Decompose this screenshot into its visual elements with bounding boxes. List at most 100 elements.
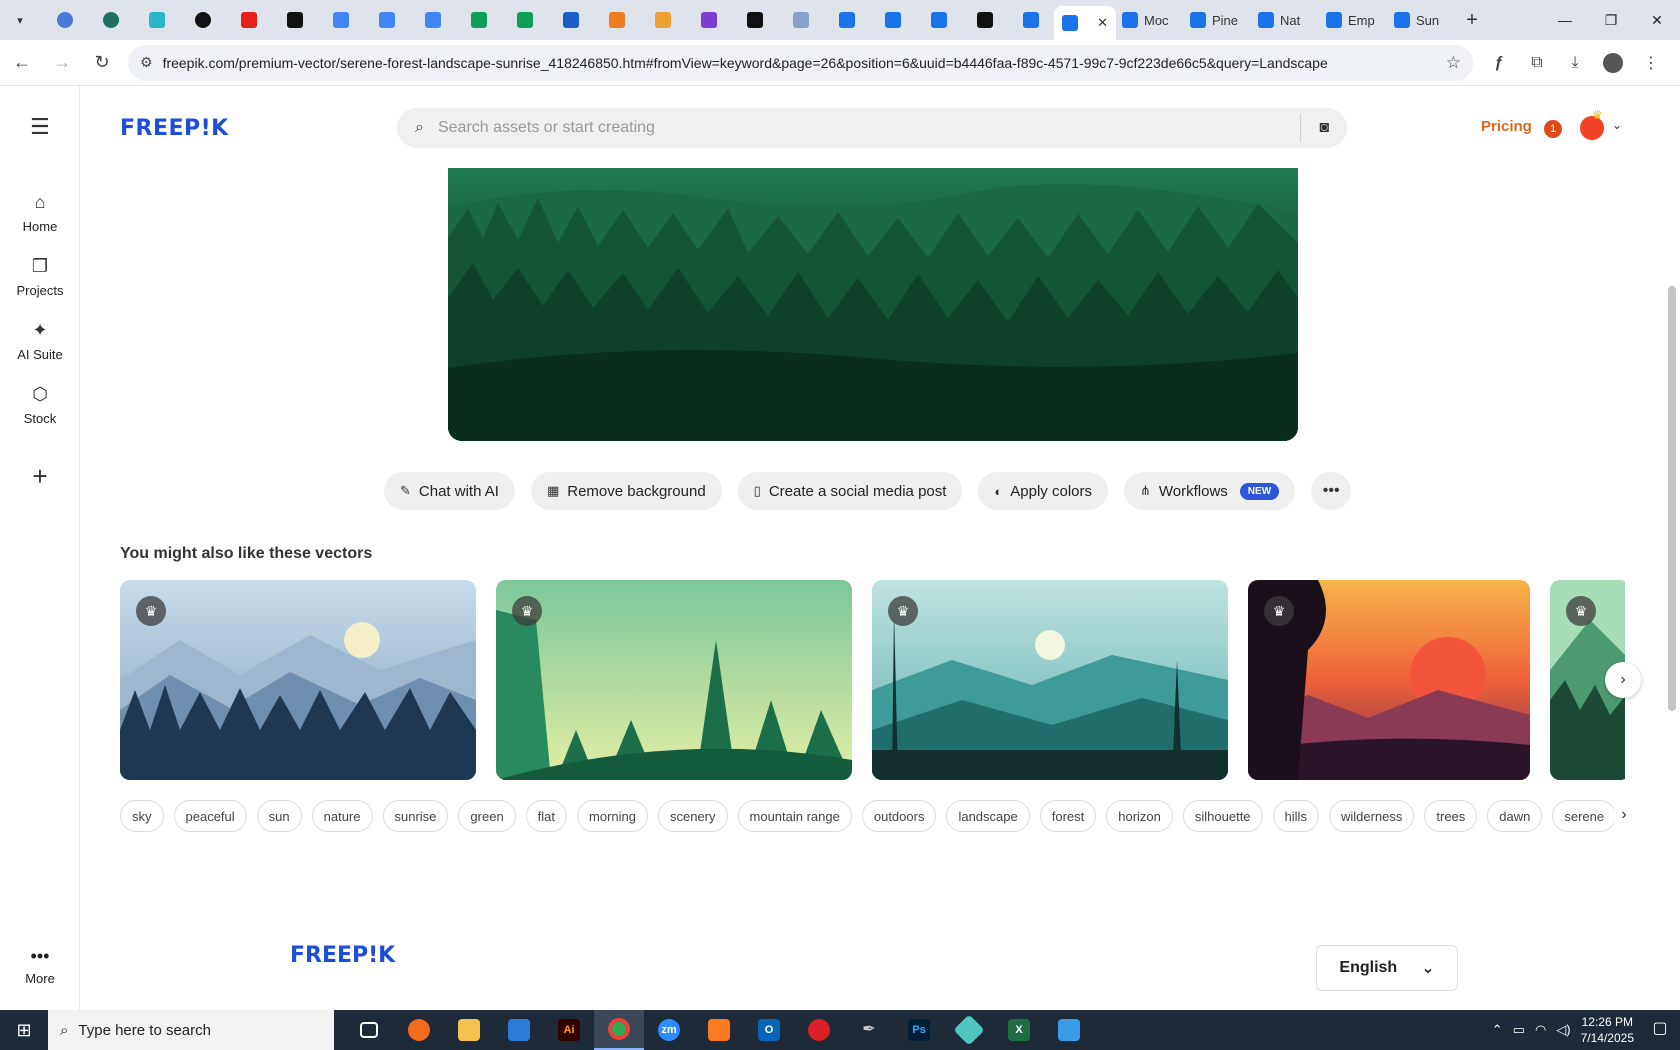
file-explorer-icon[interactable]	[444, 1010, 494, 1050]
browser-menu-icon[interactable]: ⋮	[1635, 47, 1667, 79]
freepik-logo[interactable]: FREEP!K	[120, 116, 229, 141]
search-input[interactable]	[437, 119, 1283, 137]
pen-tool-icon[interactable]: ✒	[844, 1010, 894, 1050]
tab-pinned-9[interactable]	[410, 4, 456, 36]
windows-start-icon[interactable]: ⊞	[0, 1010, 48, 1050]
pricing-link[interactable]: Pricing	[1481, 118, 1532, 135]
zoom-icon[interactable]: zm	[644, 1010, 694, 1050]
tab-search-dropdown[interactable]: ▾	[8, 8, 32, 32]
taskbar-clock[interactable]: 12:26 PM 7/14/2025	[1581, 1014, 1634, 1046]
tab-pinned-7[interactable]	[318, 4, 364, 36]
tags-next-button[interactable]: ›	[1614, 806, 1634, 824]
tab-pinned-6[interactable]	[272, 4, 318, 36]
tag-chip[interactable]: scenery	[657, 800, 728, 832]
volume-icon[interactable]: ◁)	[1556, 1022, 1570, 1038]
tag-chip[interactable]: landscape	[946, 800, 1030, 832]
tag-chip[interactable]: mountain range	[737, 800, 852, 832]
tab-pinned-21[interactable]	[962, 4, 1008, 36]
sidebar-item-stock[interactable]: ⬡ Stock	[0, 384, 80, 426]
creative-cloud-icon[interactable]	[794, 1010, 844, 1050]
minimize-icon[interactable]: —	[1542, 0, 1588, 40]
tab-pinned-15[interactable]	[686, 4, 732, 36]
extension-f-icon[interactable]: ƒ	[1483, 47, 1515, 79]
tab-pine[interactable]: Pine	[1184, 4, 1252, 36]
tab-pinned-14[interactable]	[640, 4, 686, 36]
url-text[interactable]: freepik.com/premium-vector/serene-forest…	[163, 55, 1446, 71]
tag-chip[interactable]: green	[458, 800, 516, 832]
notification-badge[interactable]: 1	[1544, 120, 1562, 138]
chrome-icon[interactable]	[594, 1010, 644, 1050]
sidebar-item-projects[interactable]: ❐ Projects	[0, 256, 80, 298]
tab-pinned-20[interactable]	[916, 4, 962, 36]
illustrator-icon[interactable]: Ai	[544, 1010, 594, 1050]
close-window-icon[interactable]: ✕	[1634, 0, 1680, 40]
forward-icon[interactable]: →	[44, 45, 80, 81]
tag-chip[interactable]: sky	[120, 800, 164, 832]
tab-pinned-3[interactable]	[134, 4, 180, 36]
more-actions-button[interactable]: •••	[1311, 472, 1352, 510]
tab-moc[interactable]: Moc	[1116, 4, 1184, 36]
new-tab-button[interactable]: +	[1456, 4, 1488, 36]
tab-emp[interactable]: Emp	[1320, 4, 1388, 36]
omnibox[interactable]: ⚙ freepik.com/premium-vector/serene-fore…	[128, 44, 1473, 81]
paint-icon[interactable]	[1044, 1010, 1094, 1050]
tab-nat[interactable]: Nat	[1252, 4, 1320, 36]
tab-pinned-1[interactable]	[42, 4, 88, 36]
footer-logo[interactable]: FREEP!K	[290, 943, 395, 968]
tag-chip[interactable]: nature	[311, 800, 373, 832]
tab-pinned-18[interactable]	[824, 4, 870, 36]
tab-sun[interactable]: Sun	[1388, 4, 1456, 36]
tab-pinned-12[interactable]	[548, 4, 594, 36]
related-card[interactable]: ♛	[872, 580, 1228, 780]
tab-pinned-8[interactable]	[364, 4, 410, 36]
camera-search-icon[interactable]: ◙	[1319, 119, 1329, 137]
back-icon[interactable]: ←	[4, 45, 40, 81]
workflows-button[interactable]: ⋔ Workflows NEW	[1123, 472, 1296, 510]
tag-chip[interactable]: sunrise	[382, 800, 449, 832]
tab-close-icon[interactable]: ✕	[1097, 15, 1108, 31]
related-card[interactable]: ♛	[496, 580, 852, 780]
tag-chip[interactable]: sun	[256, 800, 302, 832]
outlook-icon[interactable]: O	[744, 1010, 794, 1050]
excel-icon[interactable]: X	[994, 1010, 1044, 1050]
remove-background-button[interactable]: ▦ Remove background	[530, 472, 722, 510]
tag-chip[interactable]: outdoors	[861, 800, 937, 832]
bookmark-star-icon[interactable]: ☆	[1446, 53, 1461, 73]
hamburger-menu-icon[interactable]: ☰	[30, 114, 50, 140]
photoshop-icon[interactable]: Ps	[894, 1010, 944, 1050]
tag-chip[interactable]: flat	[525, 800, 568, 832]
tab-pinned-19[interactable]	[870, 4, 916, 36]
firefox-icon[interactable]	[394, 1010, 444, 1050]
sidebar-item-ai-suite[interactable]: ✦ AI Suite	[0, 320, 80, 362]
tab-pinned-22[interactable]	[1008, 4, 1054, 36]
tab-pinned-2[interactable]	[88, 4, 134, 36]
reload-icon[interactable]: ↻	[84, 45, 120, 81]
tab-pinned-11[interactable]	[502, 4, 548, 36]
tag-chip[interactable]: forest	[1039, 800, 1097, 832]
tab-pinned-16[interactable]	[732, 4, 778, 36]
profile-avatar-icon[interactable]	[1597, 47, 1629, 79]
tag-chip[interactable]: morning	[577, 800, 648, 832]
chat-with-ai-button[interactable]: ✎ Chat with AI	[384, 472, 515, 510]
extensions-puzzle-icon[interactable]: ⧉	[1521, 47, 1553, 79]
download-icon[interactable]: ⤓	[1559, 47, 1591, 79]
wifi-icon[interactable]: ◠	[1535, 1022, 1546, 1038]
tab-pinned-17[interactable]	[778, 4, 824, 36]
tab-pinned-5[interactable]	[226, 4, 272, 36]
tag-chip[interactable]: wilderness	[1328, 800, 1415, 832]
tag-chip[interactable]: hills	[1272, 800, 1319, 832]
carousel-next-button[interactable]: ›	[1605, 662, 1641, 698]
network-icon[interactable]: ▭	[1513, 1022, 1525, 1038]
related-card[interactable]: ♛	[1248, 580, 1530, 780]
tray-chevron-icon[interactable]: ⌃	[1492, 1022, 1503, 1038]
app-icon[interactable]	[944, 1010, 994, 1050]
tab-pinned-13[interactable]	[594, 4, 640, 36]
taskbar-search[interactable]: ⌕ Type here to search	[48, 1010, 334, 1050]
chevron-down-icon[interactable]: ⌄	[1612, 118, 1622, 132]
tag-chip[interactable]: horizon	[1106, 800, 1173, 832]
tag-chip[interactable]: serene	[1552, 800, 1617, 832]
xampp-icon[interactable]	[694, 1010, 744, 1050]
tag-chip[interactable]: peaceful	[173, 800, 247, 832]
tab-active[interactable]: ✕	[1054, 6, 1116, 40]
tab-pinned-10[interactable]	[456, 4, 502, 36]
